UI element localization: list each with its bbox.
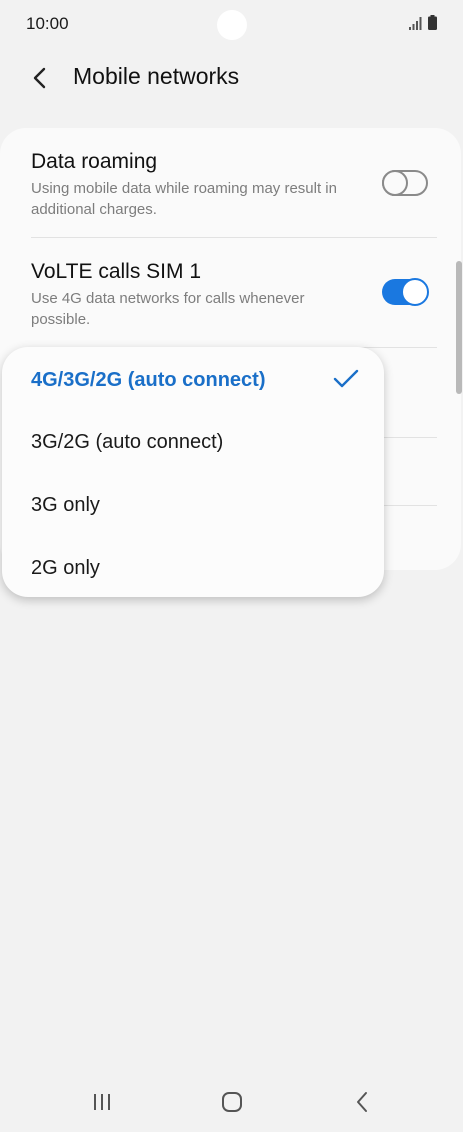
- status-bar: 10:00: [0, 0, 463, 48]
- volte-setting[interactable]: VoLTE calls SIM 1 Use 4G data networks f…: [0, 238, 461, 348]
- signal-icon: [409, 17, 422, 30]
- option-label: 2G only: [31, 557, 100, 579]
- recents-icon: [94, 1094, 110, 1110]
- status-icons: [409, 15, 437, 30]
- setting-description: Using mobile data while roaming may resu…: [31, 180, 337, 218]
- option-label: 4G/3G/2G (auto connect): [31, 369, 266, 391]
- app-bar: Mobile networks: [0, 54, 463, 102]
- status-time: 10:00: [26, 14, 69, 33]
- setting-description: Use 4G data networks for calls whenever …: [31, 290, 305, 328]
- page-title: Mobile networks: [73, 63, 240, 89]
- check-icon: [333, 369, 359, 388]
- setting-title: Data roaming: [31, 150, 158, 173]
- recents-button[interactable]: [80, 1086, 124, 1118]
- volte-toggle[interactable]: [382, 278, 429, 306]
- option-3g-2g[interactable]: 3G/2G (auto connect): [2, 411, 384, 473]
- option-label: 3G only: [31, 494, 100, 516]
- back-icon: [357, 1092, 367, 1112]
- front-camera-cutout: [217, 10, 247, 40]
- network-mode-dropdown: 4G/3G/2G (auto connect) 3G/2G (auto conn…: [2, 347, 384, 597]
- navigation-bar: [0, 1072, 463, 1132]
- home-icon: [222, 1092, 242, 1112]
- data-roaming-toggle[interactable]: [382, 170, 428, 196]
- home-button[interactable]: [210, 1086, 254, 1118]
- scrollbar[interactable]: [456, 261, 462, 394]
- option-2g-only[interactable]: 2G only: [2, 537, 384, 599]
- toggle-knob: [382, 170, 408, 196]
- back-button[interactable]: [22, 60, 58, 96]
- option-3g-only[interactable]: 3G only: [2, 474, 384, 536]
- toggle-knob: [401, 278, 429, 306]
- nav-back-button[interactable]: [340, 1086, 384, 1118]
- option-4g-3g-2g[interactable]: 4G/3G/2G (auto connect): [2, 349, 384, 411]
- setting-title: VoLTE calls SIM 1: [31, 260, 202, 283]
- chevron-left-icon: [33, 67, 46, 89]
- battery-icon: [428, 15, 437, 30]
- data-roaming-setting[interactable]: Data roaming Using mobile data while roa…: [0, 128, 461, 238]
- option-label: 3G/2G (auto connect): [31, 431, 224, 453]
